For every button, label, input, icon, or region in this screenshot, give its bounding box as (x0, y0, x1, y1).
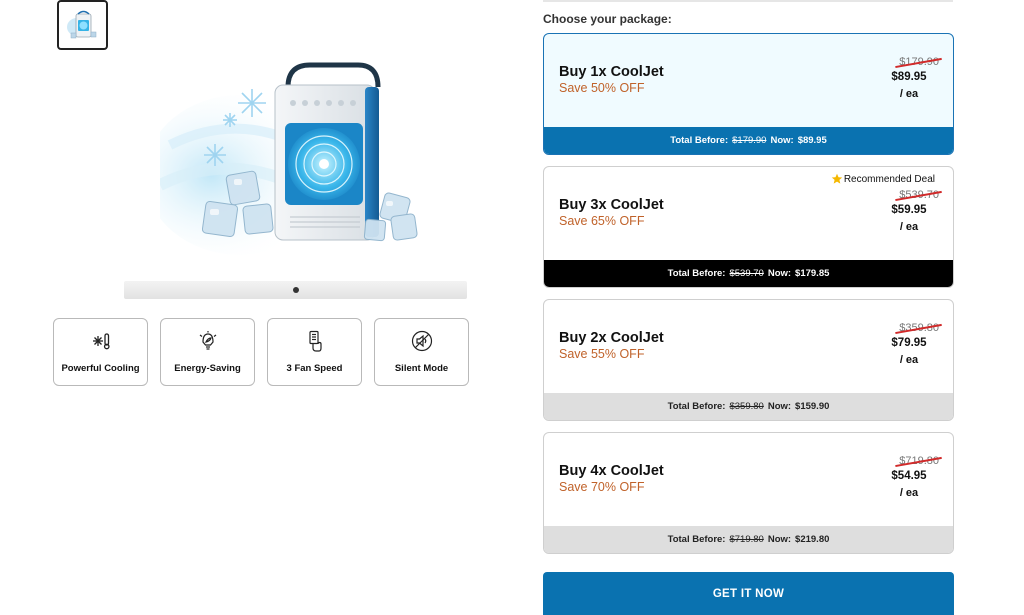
unit-price: $89.95 (891, 71, 927, 83)
package-prices: $359.80 $79.95 / ea (859, 322, 939, 366)
unit-price: $59.95 (891, 204, 927, 216)
package-total-bar: Total Before: $179.90 Now: $89.95 (544, 127, 953, 154)
recommended-badge: Recommended Deal (831, 173, 935, 185)
package-total-bar: Total Before: $539.70 Now: $179.85 (544, 260, 953, 287)
unit-price: $79.95 (891, 337, 927, 349)
old-price: $359.80 (899, 322, 939, 334)
total-before-label: Total Before: (667, 534, 726, 545)
now-value: $89.95 (797, 135, 827, 146)
pager-dot-active[interactable] (292, 287, 299, 293)
now-value: $219.80 (795, 534, 830, 545)
feature-label: Silent Mode (394, 363, 449, 374)
package-save: Save 50% OFF (559, 81, 645, 95)
gallery-pager (124, 281, 467, 299)
old-price: $719.80 (899, 455, 939, 467)
top-divider (543, 0, 953, 2)
feature-label: 3 Fan Speed (286, 363, 343, 374)
now-value: $159.90 (795, 401, 830, 412)
now-value: $179.85 (795, 268, 830, 279)
feature-card-silent-mode: Silent Mode (374, 318, 469, 386)
gallery-thumbnail[interactable] (57, 0, 108, 50)
old-price: $539.70 (899, 189, 939, 201)
package-save: Save 70% OFF (559, 480, 645, 494)
cooler-thumbnail-image (64, 7, 101, 43)
package-total-bar: Total Before: $359.80 Now: $159.90 (544, 393, 953, 420)
now-label: Now: (767, 268, 792, 279)
unit-label: / ea (899, 354, 919, 366)
total-before-label: Total Before: (667, 268, 726, 279)
now-label: Now: (767, 401, 792, 412)
get-it-now-button[interactable]: GET IT NOW (543, 572, 954, 615)
cooljet-air-cooler-with-ice-image (160, 62, 418, 255)
feature-card-powerful-cooling: Powerful Cooling (53, 318, 148, 386)
package-name: Buy 4x CoolJet (559, 463, 664, 479)
unit-label: / ea (899, 221, 919, 233)
unit-label: / ea (899, 487, 919, 499)
now-label: Now: (770, 135, 794, 146)
package-option-2x[interactable]: Buy 2x CoolJet Save 55% OFF $359.80 $79.… (543, 299, 954, 421)
total-before-value: $179.90 (732, 135, 767, 146)
package-name: Buy 3x CoolJet (559, 197, 664, 213)
feature-card-energy-saving: Energy-Saving (160, 318, 255, 386)
star-icon (831, 173, 843, 184)
hand-remote-icon (304, 330, 326, 352)
total-before-value: $719.80 (729, 534, 764, 545)
snowflake-thermometer-icon (90, 330, 112, 352)
package-total-bar: Total Before: $719.80 Now: $219.80 (544, 526, 953, 553)
package-prices: $719.80 $54.95 / ea (859, 455, 939, 499)
package-name: Buy 1x CoolJet (559, 64, 664, 80)
feature-list: Powerful Cooling Energy-Saving 3 Fan Spe… (53, 318, 469, 386)
feature-card-fan-speed: 3 Fan Speed (267, 318, 362, 386)
package-option-3x[interactable]: Recommended Deal Buy 3x CoolJet Save 65%… (543, 166, 954, 288)
old-price: $179.90 (899, 56, 939, 68)
badge-label: Recommended Deal (843, 173, 935, 185)
packages-heading: Choose your package: (543, 12, 672, 26)
total-before-value: $359.80 (729, 401, 764, 412)
feature-label: Powerful Cooling (61, 363, 140, 374)
total-before-label: Total Before: (670, 135, 729, 146)
total-before-value: $539.70 (729, 268, 764, 279)
package-save: Save 55% OFF (559, 347, 645, 361)
package-name: Buy 2x CoolJet (559, 330, 664, 346)
unit-label: / ea (899, 88, 919, 100)
package-prices: $539.70 $59.95 / ea (859, 189, 939, 233)
mute-speaker-icon (411, 330, 433, 352)
package-prices: $179.90 $89.95 / ea (859, 56, 939, 100)
now-label: Now: (767, 534, 792, 545)
unit-price: $54.95 (891, 470, 927, 482)
package-save: Save 65% OFF (559, 214, 645, 228)
leaf-bulb-icon (197, 330, 219, 352)
feature-label: Energy-Saving (174, 363, 241, 374)
total-before-label: Total Before: (667, 401, 726, 412)
package-option-4x[interactable]: Buy 4x CoolJet Save 70% OFF $719.80 $54.… (543, 432, 954, 554)
package-option-1x[interactable]: Buy 1x CoolJet Save 50% OFF $179.90 $89.… (543, 33, 954, 155)
